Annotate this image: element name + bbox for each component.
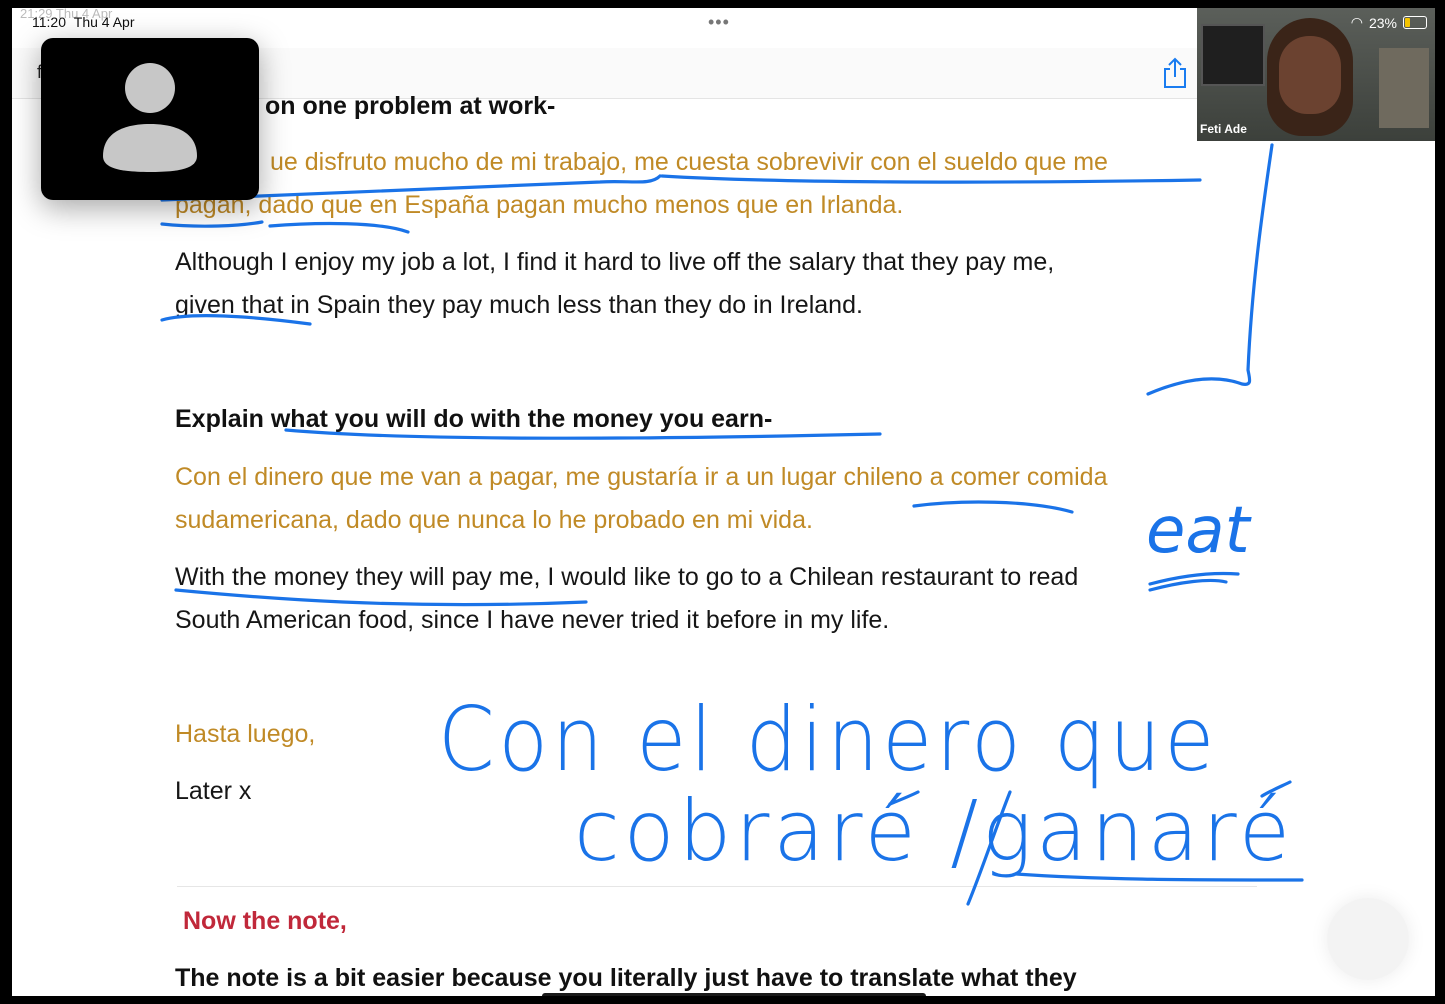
- section-divider: [177, 886, 1257, 887]
- note-label: Now the note,: [183, 907, 347, 935]
- battery-percent: 23%: [1368, 14, 1397, 31]
- participant-face: [1279, 36, 1341, 114]
- heading-problem: on one problem at work-: [265, 92, 556, 120]
- battery-indicator: ◠ 23%: [1351, 14, 1427, 31]
- heading-money: Explain what you will do with the money …: [175, 405, 773, 433]
- closing-spanish: Hasta luego,: [175, 720, 316, 748]
- problem-spanish-line-1: ue disfruto mucho de mi trabajo, me cues…: [270, 148, 1108, 176]
- assistive-touch-button[interactable]: [1327, 898, 1409, 980]
- camera-off-participant-tile[interactable]: [41, 38, 259, 200]
- money-english-line-2: South American food, since I have never …: [175, 606, 890, 634]
- problem-english-line-1: Although I enjoy my job a lot, I find it…: [175, 248, 1055, 276]
- problem-english-line-2: given that in Spain they pay much less t…: [175, 291, 863, 319]
- money-english-line-1: With the money they will pay me, I would…: [175, 563, 1079, 591]
- battery-icon: [1403, 16, 1427, 29]
- problem-spanish-line-2: pagan, dado que en España pagan mucho me…: [175, 191, 904, 219]
- money-spanish-line-2: sudamericana, dado que nunca lo he proba…: [175, 506, 813, 534]
- background-tv: [1201, 24, 1265, 86]
- share-icon[interactable]: [1160, 56, 1190, 90]
- background-shelf: [1379, 48, 1429, 128]
- clock-time: 11:20: [32, 14, 66, 30]
- home-indicator[interactable]: [542, 993, 926, 996]
- money-spanish-line-1: Con el dinero que me van a pagar, me gus…: [175, 463, 1108, 491]
- person-silhouette-icon: [103, 63, 197, 172]
- participant-name: Feti Ade: [1200, 122, 1247, 136]
- multitasking-dots-icon[interactable]: •••: [708, 12, 730, 33]
- closing-english: Later x: [175, 777, 252, 805]
- clock: 11:20 Thu 4 Apr: [32, 14, 134, 30]
- clock-date: Thu 4 Apr: [73, 14, 135, 30]
- participant-video-tile[interactable]: Feti Ade ◠ 23%: [1197, 8, 1435, 141]
- note-text: The note is a bit easier because you lit…: [175, 964, 1077, 992]
- wifi-icon: ◠: [1350, 14, 1363, 30]
